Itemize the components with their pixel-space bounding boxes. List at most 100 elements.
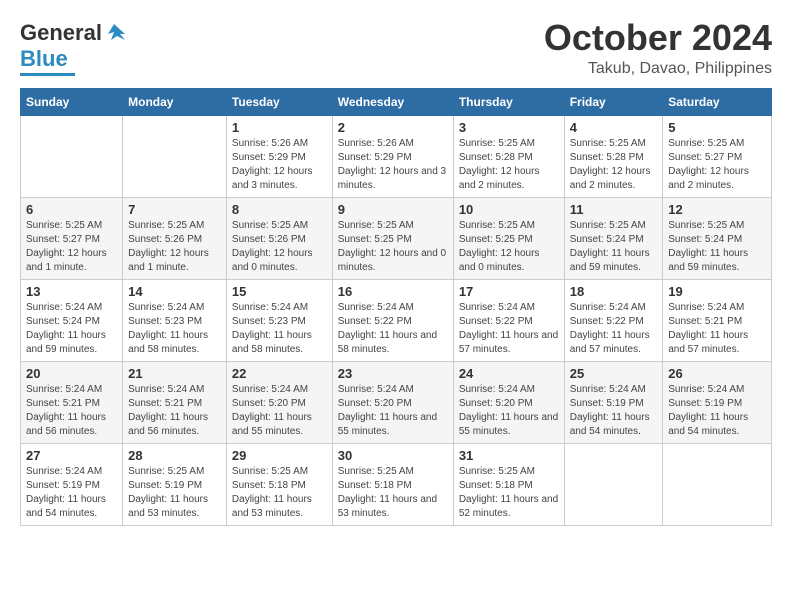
day-number: 24 — [459, 366, 559, 381]
day-info: Sunrise: 5:26 AM Sunset: 5:29 PM Dayligh… — [232, 137, 327, 193]
day-info: Sunrise: 5:24 AM Sunset: 5:22 PM Dayligh… — [570, 301, 658, 357]
calendar-cell — [564, 444, 663, 526]
day-number: 9 — [338, 202, 448, 217]
calendar-cell: 11 Sunrise: 5:25 AM Sunset: 5:24 PM Dayli… — [564, 198, 663, 280]
day-info: Sunrise: 5:25 AM Sunset: 5:19 PM Dayligh… — [128, 465, 221, 521]
day-info: Sunrise: 5:24 AM Sunset: 5:21 PM Dayligh… — [26, 383, 117, 439]
day-info: Sunrise: 5:25 AM Sunset: 5:24 PM Dayligh… — [570, 219, 658, 275]
day-number: 26 — [668, 366, 766, 381]
calendar-cell: 31 Sunrise: 5:25 AM Sunset: 5:18 PM Dayli… — [453, 444, 564, 526]
day-info: Sunrise: 5:24 AM Sunset: 5:19 PM Dayligh… — [668, 383, 766, 439]
day-number: 20 — [26, 366, 117, 381]
day-info: Sunrise: 5:24 AM Sunset: 5:23 PM Dayligh… — [232, 301, 327, 357]
day-info: Sunrise: 5:24 AM Sunset: 5:21 PM Dayligh… — [668, 301, 766, 357]
day-number: 7 — [128, 202, 221, 217]
calendar-cell: 26 Sunrise: 5:24 AM Sunset: 5:19 PM Dayli… — [663, 362, 772, 444]
calendar-cell: 14Sunrise: 5:24 AM Sunset: 5:23 PM Dayli… — [123, 280, 227, 362]
day-info: Sunrise: 5:25 AM Sunset: 5:24 PM Dayligh… — [668, 219, 766, 275]
calendar-cell: 7 Sunrise: 5:25 AM Sunset: 5:26 PM Daylig… — [123, 198, 227, 280]
calendar-cell: 27 Sunrise: 5:24 AM Sunset: 5:19 PM Dayli… — [21, 444, 123, 526]
logo-underline — [20, 73, 75, 76]
day-number: 2 — [338, 120, 448, 135]
logo-bird-icon — [103, 22, 125, 44]
day-number: 22 — [232, 366, 327, 381]
day-info: Sunrise: 5:25 AM Sunset: 5:26 PM Dayligh… — [232, 219, 327, 275]
calendar-cell: 12Sunrise: 5:25 AM Sunset: 5:24 PM Dayli… — [663, 198, 772, 280]
day-info: Sunrise: 5:24 AM Sunset: 5:20 PM Dayligh… — [232, 383, 327, 439]
day-number: 30 — [338, 448, 448, 463]
day-info: Sunrise: 5:25 AM Sunset: 5:25 PM Dayligh… — [459, 219, 559, 275]
logo-general-text: General — [20, 20, 102, 46]
header-sunday: Sunday — [21, 89, 123, 116]
day-number: 5 — [668, 120, 766, 135]
day-info: Sunrise: 5:25 AM Sunset: 5:27 PM Dayligh… — [668, 137, 766, 193]
day-info: Sunrise: 5:24 AM Sunset: 5:19 PM Dayligh… — [26, 465, 117, 521]
calendar-cell: 1 Sunrise: 5:26 AM Sunset: 5:29 PM Daylig… — [226, 116, 332, 198]
day-info: Sunrise: 5:25 AM Sunset: 5:18 PM Dayligh… — [232, 465, 327, 521]
calendar-cell: 13Sunrise: 5:24 AM Sunset: 5:24 PM Dayli… — [21, 280, 123, 362]
day-number: 1 — [232, 120, 327, 135]
day-info: Sunrise: 5:24 AM Sunset: 5:20 PM Dayligh… — [338, 383, 448, 439]
calendar-cell: 21Sunrise: 5:24 AM Sunset: 5:21 PM Dayli… — [123, 362, 227, 444]
day-number: 27 — [26, 448, 117, 463]
header-row: SundayMondayTuesdayWednesdayThursdayFrid… — [21, 89, 772, 116]
day-number: 3 — [459, 120, 559, 135]
calendar-cell: 30Sunrise: 5:25 AM Sunset: 5:18 PM Dayli… — [332, 444, 453, 526]
header-wednesday: Wednesday — [332, 89, 453, 116]
calendar-cell: 24 Sunrise: 5:24 AM Sunset: 5:20 PM Dayli… — [453, 362, 564, 444]
week-row-5: 27 Sunrise: 5:24 AM Sunset: 5:19 PM Dayli… — [21, 444, 772, 526]
day-number: 21 — [128, 366, 221, 381]
calendar-cell: 2 Sunrise: 5:26 AM Sunset: 5:29 PM Daylig… — [332, 116, 453, 198]
day-number: 19 — [668, 284, 766, 299]
day-info: Sunrise: 5:24 AM Sunset: 5:20 PM Dayligh… — [459, 383, 559, 439]
day-info: Sunrise: 5:24 AM Sunset: 5:19 PM Dayligh… — [570, 383, 658, 439]
week-row-4: 20 Sunrise: 5:24 AM Sunset: 5:21 PM Dayli… — [21, 362, 772, 444]
calendar-cell: 25 Sunrise: 5:24 AM Sunset: 5:19 PM Dayli… — [564, 362, 663, 444]
calendar-table: SundayMondayTuesdayWednesdayThursdayFrid… — [20, 88, 772, 526]
day-info: Sunrise: 5:24 AM Sunset: 5:23 PM Dayligh… — [128, 301, 221, 357]
title-section: October 2024 Takub, Davao, Philippines — [544, 20, 772, 78]
logo: General Blue — [20, 20, 126, 76]
header-monday: Monday — [123, 89, 227, 116]
day-info: Sunrise: 5:24 AM Sunset: 5:22 PM Dayligh… — [459, 301, 559, 357]
calendar-cell — [21, 116, 123, 198]
week-row-1: 1 Sunrise: 5:26 AM Sunset: 5:29 PM Daylig… — [21, 116, 772, 198]
calendar-cell: 29 Sunrise: 5:25 AM Sunset: 5:18 PM Dayli… — [226, 444, 332, 526]
day-number: 23 — [338, 366, 448, 381]
day-number: 17 — [459, 284, 559, 299]
week-row-3: 13Sunrise: 5:24 AM Sunset: 5:24 PM Dayli… — [21, 280, 772, 362]
calendar-cell: 23 Sunrise: 5:24 AM Sunset: 5:20 PM Dayli… — [332, 362, 453, 444]
day-info: Sunrise: 5:24 AM Sunset: 5:22 PM Dayligh… — [338, 301, 448, 357]
day-info: Sunrise: 5:25 AM Sunset: 5:25 PM Dayligh… — [338, 219, 448, 275]
day-number: 31 — [459, 448, 559, 463]
calendar-cell: 5 Sunrise: 5:25 AM Sunset: 5:27 PM Daylig… — [663, 116, 772, 198]
calendar-cell: 19 Sunrise: 5:24 AM Sunset: 5:21 PM Dayli… — [663, 280, 772, 362]
month-title: October 2024 — [544, 20, 772, 56]
calendar-cell: 16 Sunrise: 5:24 AM Sunset: 5:22 PM Dayli… — [332, 280, 453, 362]
logo-blue-text: Blue — [20, 46, 68, 72]
day-info: Sunrise: 5:25 AM Sunset: 5:26 PM Dayligh… — [128, 219, 221, 275]
day-info: Sunrise: 5:25 AM Sunset: 5:27 PM Dayligh… — [26, 219, 117, 275]
page-header: General Blue October 2024 Takub, Davao, … — [20, 20, 772, 78]
calendar-cell: 17 Sunrise: 5:24 AM Sunset: 5:22 PM Dayli… — [453, 280, 564, 362]
calendar-cell — [123, 116, 227, 198]
day-number: 16 — [338, 284, 448, 299]
location: Takub, Davao, Philippines — [544, 60, 772, 78]
calendar-cell: 4Sunrise: 5:25 AM Sunset: 5:28 PM Daylig… — [564, 116, 663, 198]
day-number: 28 — [128, 448, 221, 463]
calendar-cell: 8 Sunrise: 5:25 AM Sunset: 5:26 PM Daylig… — [226, 198, 332, 280]
day-number: 11 — [570, 202, 658, 217]
calendar-cell: 6Sunrise: 5:25 AM Sunset: 5:27 PM Daylig… — [21, 198, 123, 280]
day-number: 8 — [232, 202, 327, 217]
day-info: Sunrise: 5:24 AM Sunset: 5:24 PM Dayligh… — [26, 301, 117, 357]
day-info: Sunrise: 5:25 AM Sunset: 5:18 PM Dayligh… — [459, 465, 559, 521]
header-thursday: Thursday — [453, 89, 564, 116]
day-info: Sunrise: 5:26 AM Sunset: 5:29 PM Dayligh… — [338, 137, 448, 193]
calendar-cell: 3Sunrise: 5:25 AM Sunset: 5:28 PM Daylig… — [453, 116, 564, 198]
day-number: 25 — [570, 366, 658, 381]
week-row-2: 6Sunrise: 5:25 AM Sunset: 5:27 PM Daylig… — [21, 198, 772, 280]
header-saturday: Saturday — [663, 89, 772, 116]
day-number: 29 — [232, 448, 327, 463]
calendar-cell: 28 Sunrise: 5:25 AM Sunset: 5:19 PM Dayli… — [123, 444, 227, 526]
calendar-cell: 22 Sunrise: 5:24 AM Sunset: 5:20 PM Dayli… — [226, 362, 332, 444]
